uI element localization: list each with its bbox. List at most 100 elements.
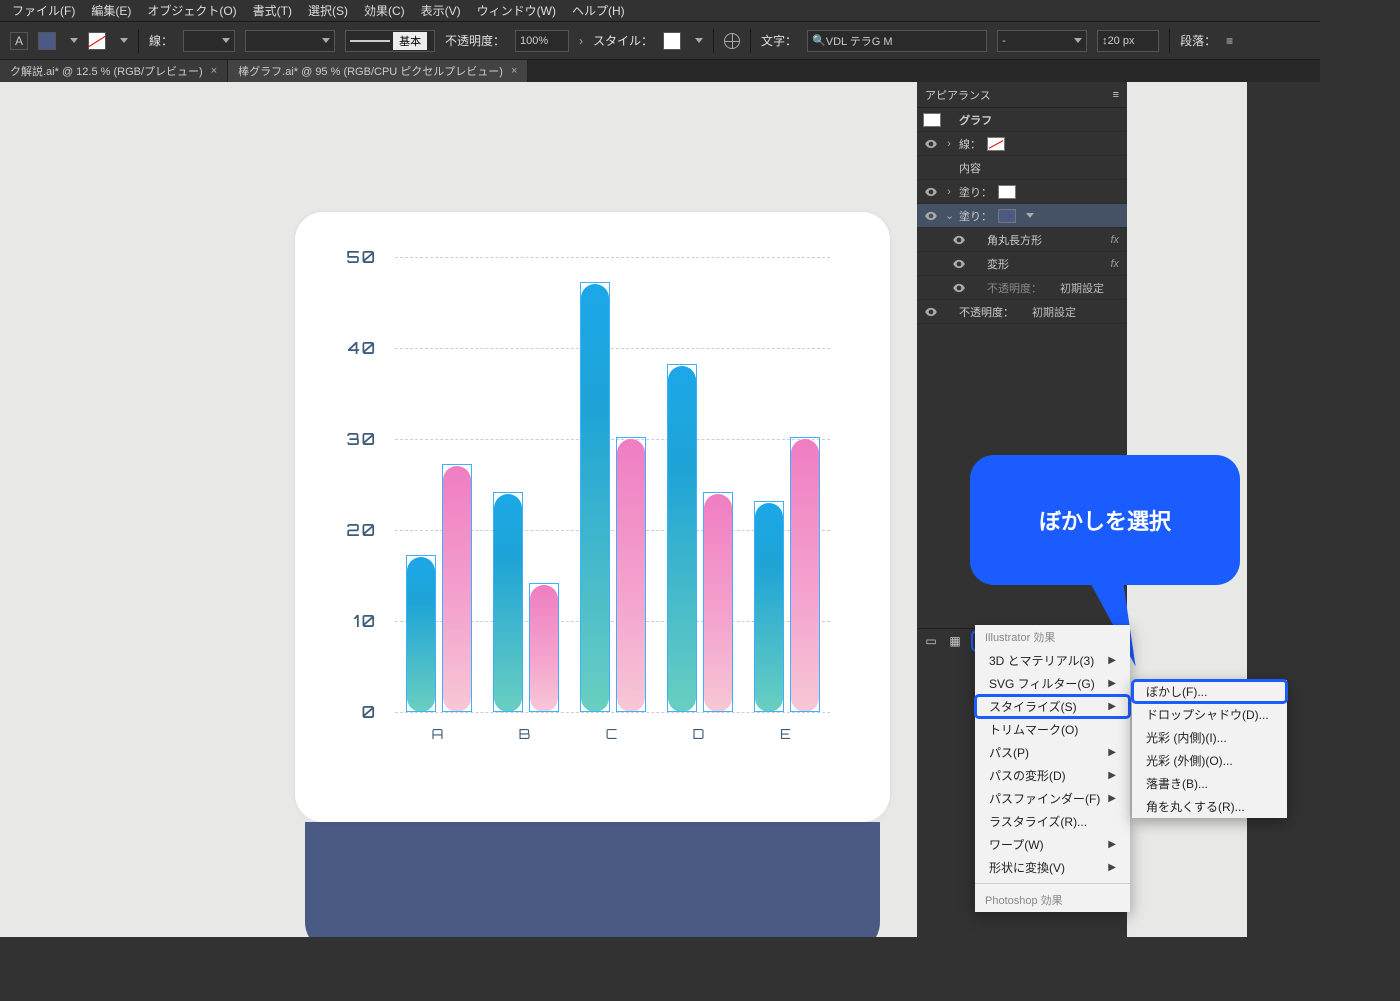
bar[interactable] (530, 585, 558, 712)
disclosure-icon[interactable]: › (945, 138, 953, 150)
disclosure-icon[interactable]: › (945, 186, 953, 198)
bar[interactable] (407, 557, 435, 712)
menu-item[interactable]: トリムマーク(O) (975, 718, 1130, 741)
canvas[interactable]: 01020304050ABCDE (0, 82, 917, 937)
menu-help[interactable]: ヘルプ(H) (564, 2, 633, 19)
bar[interactable] (581, 284, 609, 712)
menu-window[interactable]: ウィンドウ(W) (469, 2, 564, 19)
row-value: 初期設定 (1032, 304, 1076, 320)
menu-item[interactable]: SVG フィルター(G)▶ (975, 672, 1130, 695)
visibility-icon[interactable] (923, 184, 939, 200)
close-icon[interactable]: × (211, 65, 217, 77)
visibility-icon[interactable] (923, 136, 939, 152)
menu-item[interactable]: ぼかし(F)... (1132, 680, 1287, 703)
row-label: 塗り： (959, 184, 992, 200)
no-sel-icon[interactable]: ▭ (923, 633, 939, 649)
appearance-row[interactable]: 内容 (917, 156, 1127, 180)
bar[interactable] (668, 366, 696, 712)
y-tick-label: 30 (346, 429, 377, 449)
appearance-row[interactable]: ⌄ 塗り： (917, 204, 1127, 228)
appearance-row[interactable]: 不透明度：初期設定 (917, 300, 1127, 324)
menu-item[interactable]: 角を丸くする(R)... (1132, 795, 1287, 818)
menu-item[interactable]: ワープ(W)▶ (975, 833, 1130, 856)
menu-bar: ファイル(F) 編集(E) オブジェクト(O) 書式(T) 選択(S) 効果(C… (0, 0, 1320, 22)
x-tick-label: A (432, 726, 446, 743)
text-color-icon[interactable]: A (10, 32, 28, 50)
visibility-icon[interactable] (951, 280, 967, 296)
menu-item[interactable]: ラスタライズ(R)... (975, 810, 1130, 833)
menu-object[interactable]: オブジェクト(O) (139, 2, 244, 19)
visibility-icon[interactable] (923, 208, 939, 224)
menu-effect[interactable]: 効果(C) (356, 2, 413, 19)
document-tabs: ク解説.ai* @ 12.5 % (RGB/プレビュー)× 棒グラフ.ai* @… (0, 60, 1320, 82)
appearance-row[interactable]: › 塗り： (917, 180, 1127, 204)
menu-item[interactable]: パスの変形(D)▶ (975, 764, 1130, 787)
font-style-select[interactable]: - (997, 30, 1087, 52)
appearance-row[interactable]: 変形 fx (917, 252, 1127, 276)
opacity-input[interactable]: 100% (515, 30, 569, 52)
bar[interactable] (494, 494, 522, 712)
fill-swatch[interactable] (998, 185, 1016, 199)
menu-item[interactable]: 落書き(B)... (1132, 772, 1287, 795)
gridline (395, 712, 830, 713)
doc-tab-2[interactable]: 棒グラフ.ai* @ 95 % (RGB/CPU ピクセルプレビュー)× (228, 60, 528, 82)
style-swatch[interactable] (663, 32, 681, 50)
close-icon[interactable]: × (511, 65, 517, 77)
row-label: 塗り： (959, 208, 992, 224)
menu-view[interactable]: 表示(V) (413, 2, 469, 19)
menu-item[interactable]: パスファインダー(F)▶ (975, 787, 1130, 810)
menu-file[interactable]: ファイル(F) (4, 2, 83, 19)
font-family-select[interactable]: 🔍 VDL テラG M (807, 30, 987, 52)
visibility-icon[interactable] (951, 256, 967, 272)
menu-type[interactable]: 書式(T) (245, 2, 300, 19)
bar[interactable] (617, 439, 645, 712)
stroke-profile-select[interactable] (245, 30, 335, 52)
visibility-icon[interactable] (951, 232, 967, 248)
disclosure-icon[interactable]: ⌄ (945, 209, 953, 222)
menu-item[interactable]: スタイライズ(S)▶ (975, 695, 1130, 718)
panel-title: アピアランス (925, 87, 991, 103)
appearance-row[interactable]: 不透明度：初期設定 (917, 276, 1127, 300)
menu-item[interactable]: パス(P)▶ (975, 741, 1130, 764)
stylize-submenu: ぼかし(F)...ドロップシャドウ(D)...光彩 (内側)(I)...光彩 (… (1132, 680, 1287, 818)
x-tick-label: C (606, 726, 620, 743)
panel-menu-icon[interactable]: ≡ (1113, 89, 1119, 101)
y-tick-label: 20 (346, 520, 377, 540)
layer-icon[interactable]: ▦ (947, 633, 963, 649)
globe-icon[interactable] (724, 33, 740, 49)
appearance-row[interactable]: 角丸長方形 fx (917, 228, 1127, 252)
visibility-icon[interactable] (923, 304, 939, 320)
gridline (395, 257, 830, 258)
bar[interactable] (791, 439, 819, 712)
bar[interactable] (443, 466, 471, 712)
fill-swatch[interactable] (38, 32, 56, 50)
bar[interactable] (755, 503, 783, 712)
basic-brush-label: 基本 (393, 32, 427, 50)
bar[interactable] (704, 494, 732, 712)
menu-edit[interactable]: 編集(E) (83, 2, 139, 19)
menu-select[interactable]: 選択(S) (300, 2, 356, 19)
options-bar: A 線： 基本 不透明度： 100% › スタイル： 文字： 🔍 VDL テラG… (0, 22, 1320, 60)
menu-item[interactable]: 形状に変換(V)▶ (975, 856, 1130, 879)
brush-select[interactable]: 基本 (345, 30, 435, 52)
fill-swatch[interactable] (998, 209, 1016, 223)
appearance-target: グラフ (917, 108, 1127, 132)
doc-tab-1[interactable]: ク解説.ai* @ 12.5 % (RGB/プレビュー)× (0, 60, 228, 82)
font-size-input[interactable]: ↕ 20 px (1097, 30, 1159, 52)
stroke-weight-select[interactable] (183, 30, 235, 52)
none-swatch[interactable] (987, 137, 1005, 151)
appearance-row[interactable]: ›線： (917, 132, 1127, 156)
y-tick-label: 50 (346, 247, 377, 267)
menu-item[interactable]: ドロップシャドウ(D)... (1132, 703, 1287, 726)
fx-menu: Illustrator 効果 3D とマテリアル(3)▶SVG フィルター(G)… (975, 625, 1130, 912)
menu-item[interactable]: 光彩 (外側)(O)... (1132, 749, 1287, 772)
x-tick-label: E (780, 726, 793, 743)
align-left-icon[interactable]: ≡ (1226, 34, 1233, 48)
fx-indicator-icon[interactable]: fx (1110, 258, 1119, 270)
stroke-swatch-none[interactable] (88, 32, 106, 50)
menu-item[interactable]: 3D とマテリアル(3)▶ (975, 649, 1130, 672)
x-tick-label: B (519, 726, 533, 743)
fx-indicator-icon[interactable]: fx (1110, 234, 1119, 246)
y-tick-label: 10 (353, 611, 377, 631)
menu-item[interactable]: 光彩 (内側)(I)... (1132, 726, 1287, 749)
